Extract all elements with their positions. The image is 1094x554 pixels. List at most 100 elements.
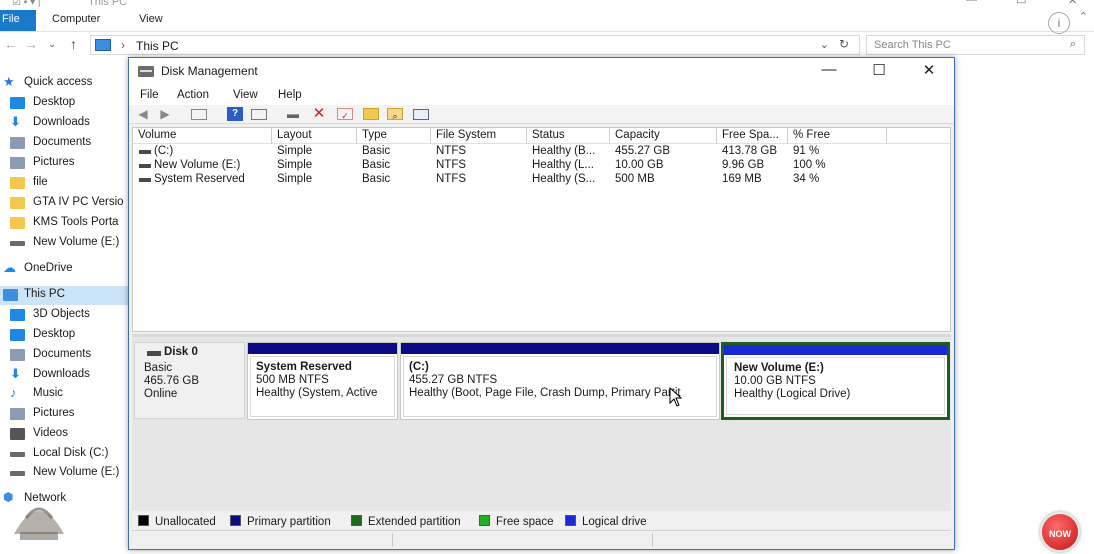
properties-icon[interactable] [251, 109, 267, 120]
minimize-icon[interactable]: — [966, 0, 977, 6]
settings-icon[interactable] [413, 109, 429, 120]
chevron-down-icon[interactable]: ⌄ [820, 38, 829, 51]
disk-0-label[interactable]: Disk 0 Basic 465.76 GB Online [134, 342, 245, 419]
nav-item-label: Local Disk (C:) [33, 447, 109, 459]
nav-item-new-volume-e[interactable]: New Volume (E:) [0, 234, 130, 253]
nav-item-label: Pictures [33, 156, 75, 168]
menu-view[interactable]: View [233, 89, 258, 101]
menu-action[interactable]: Action [177, 89, 209, 101]
help-icon[interactable]: ? [227, 107, 243, 121]
forward-arrow-icon[interactable]: ▶ [157, 107, 173, 121]
nav-item-documents[interactable]: Documents [0, 346, 130, 365]
ribbon-tab-view[interactable]: View [139, 13, 163, 25]
this-pc-icon [95, 39, 111, 51]
nav-item-new-volume-e[interactable]: New Volume (E:) [0, 464, 130, 483]
folder-icon [10, 197, 25, 209]
volume-row[interactable]: System Reserved Simple Basic NTFS Healthy (S… [133, 173, 950, 187]
status-divider [392, 533, 393, 547]
nav-item-music[interactable]: ♪ Music [0, 385, 130, 404]
disk-management-titlebar: Disk Management — ☐ ✕ [129, 58, 954, 85]
nav-item-label: Downloads [33, 368, 90, 380]
new-folder-icon[interactable] [363, 108, 379, 120]
column-header-capacity[interactable]: Capacity [610, 128, 717, 144]
close-icon[interactable]: ✕ [1068, 0, 1077, 7]
delete-icon[interactable]: ✕ [311, 106, 327, 121]
column-header-free[interactable]: % Free [788, 128, 887, 144]
connect-disk-icon[interactable]: ▬ [285, 107, 301, 121]
menu-help[interactable]: Help [278, 89, 302, 101]
documents-icon [10, 349, 25, 361]
help-icon[interactable]: i [1048, 12, 1070, 34]
column-header-layout[interactable]: Layout [272, 128, 357, 144]
nav-item-pictures[interactable]: Pictures [0, 405, 130, 424]
close-icon[interactable]: ✕ [909, 61, 949, 79]
nav-item-downloads[interactable]: ⬇ Downloads [0, 114, 130, 133]
address-bar[interactable]: › This PC ⌄ ↻ [90, 35, 860, 55]
maximize-icon[interactable]: ▭ [1016, 0, 1026, 7]
primary-partition-bar [248, 343, 397, 354]
nav-item-downloads[interactable]: ⬇ Downloads [0, 366, 130, 385]
back-arrow-icon[interactable]: ← [4, 36, 18, 52]
volume-cell-type: Basic [362, 173, 391, 185]
volume-cell-status: Healthy (L... [532, 159, 594, 171]
quick-access-toolbar-icon[interactable]: ☑ ▪ ▾ | [12, 0, 40, 8]
volume-cell-free-spa: 169 MB [722, 173, 762, 185]
subscribe-now-badge[interactable]: NOW [1040, 512, 1080, 552]
nav-item-quick-access[interactable]: ★ Quick access [0, 74, 130, 93]
volume-cell-free-spa: 413.78 GB [722, 145, 777, 157]
search-input[interactable]: Search This PC ⌕ [866, 35, 1085, 55]
partition-new-volume-e[interactable]: New Volume (E:) 10.00 GB NTFS Healthy (L… [721, 342, 950, 420]
partition-size: 500 MB NTFS [256, 374, 329, 386]
volume-cell-status: Healthy (B... [532, 145, 596, 157]
volume-row[interactable]: (C:) Simple Basic NTFS Healthy (B... 455.27 G… [133, 145, 950, 159]
primary-partition-bar [401, 343, 719, 354]
disk-icon [147, 351, 161, 356]
legend-swatch [230, 515, 241, 526]
nav-item-this-pc[interactable]: This PC [0, 286, 130, 305]
navigation-pane: ★ Quick access Desktop ⬇ Downloads Documents P… [0, 66, 130, 554]
partition-c[interactable]: (C:) 455.27 GB NTFS Healthy (Boot, Page … [400, 342, 720, 420]
ribbon-tab-file[interactable]: File [0, 10, 36, 31]
up-arrow-icon[interactable]: ↑ [70, 36, 77, 52]
refresh-icon[interactable]: ↻ [839, 37, 849, 51]
nav-item-desktop[interactable]: Desktop [0, 326, 130, 345]
show-hide-console-tree-icon[interactable] [191, 109, 207, 120]
search-placeholder: Search This PC [874, 39, 951, 51]
disk-graphical-view: Disk 0 Basic 465.76 GB Online System Res… [132, 337, 951, 511]
menu-file[interactable]: File [140, 89, 159, 101]
legend-swatch [351, 515, 362, 526]
volume-cell-layout: Simple [277, 159, 313, 171]
volume-row[interactable]: New Volume (E:) Simple Basic NTFS Healthy (L… [133, 159, 950, 173]
legend-item-free-space: Free space [479, 515, 554, 528]
column-header-file-system[interactable]: File System [431, 128, 527, 144]
column-header-volume[interactable]: Volume [133, 128, 272, 144]
expand-ribbon-icon[interactable]: ⌃ [1079, 10, 1088, 23]
nav-item-onedrive[interactable]: ☁ OneDrive [0, 260, 130, 279]
nav-item-desktop[interactable]: Desktop [0, 94, 130, 113]
column-header-free-spa[interactable]: Free Spa... [717, 128, 788, 144]
check-disk-icon[interactable]: ✓ [337, 108, 353, 121]
minimize-icon[interactable]: — [809, 61, 849, 78]
recent-locations-icon[interactable]: ⌄ [48, 39, 56, 50]
nav-item-pictures[interactable]: Pictures [0, 154, 130, 173]
address-path: This PC [136, 39, 179, 53]
nav-item-local-disk-c[interactable]: Local Disk (C:) [0, 445, 130, 464]
maximize-icon[interactable]: ☐ [859, 61, 899, 79]
partition-system-reserved[interactable]: System Reserved 500 MB NTFS Healthy (Sys… [247, 342, 398, 420]
ribbon-tab-computer[interactable]: Computer [52, 13, 100, 25]
partition-status: Healthy (Boot, Page File, Crash Dump, Pr… [409, 387, 681, 399]
volume-icon [139, 164, 151, 168]
nav-item-kms-tools-porta[interactable]: KMS Tools Porta [0, 214, 130, 233]
column-header-type[interactable]: Type [357, 128, 431, 144]
nav-item-documents[interactable]: Documents [0, 134, 130, 153]
forward-arrow-icon[interactable]: → [24, 36, 38, 52]
search-files-icon[interactable]: ⌕ [387, 108, 403, 121]
column-header-status[interactable]: Status [527, 128, 610, 144]
nav-item-3d-objects[interactable]: 3D Objects [0, 306, 130, 325]
back-arrow-icon[interactable]: ◀ [135, 107, 151, 121]
mouse-cursor-icon [669, 387, 683, 407]
nav-item-gta-iv-pc-versio[interactable]: GTA IV PC Versio [0, 194, 130, 213]
nav-item-videos[interactable]: Videos [0, 425, 130, 444]
nav-item-file[interactable]: file [0, 174, 130, 193]
chevron-right-icon[interactable]: › [121, 38, 125, 52]
